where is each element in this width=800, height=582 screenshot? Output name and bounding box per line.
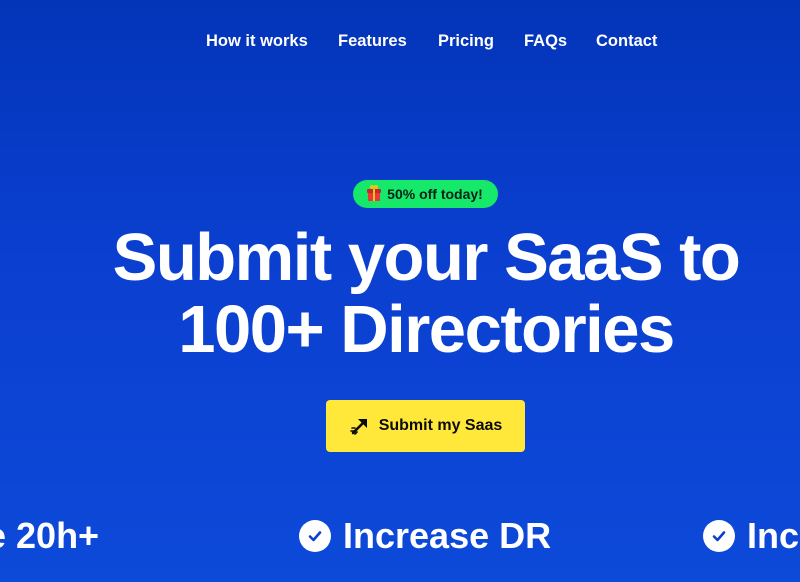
marquee-item: Inc (703, 514, 799, 558)
top-nav: How it works Features Pricing FAQs Conta… (0, 30, 800, 52)
marquee-item-text: e 20h+ (0, 515, 100, 556)
check-icon (703, 520, 735, 552)
hero-title-line-2: 100+ Directories (178, 292, 675, 367)
marquee-item-text: Increase DR (343, 515, 552, 556)
submit-saas-button-label: Submit my Saas (378, 417, 503, 434)
gift-icon (367, 185, 382, 201)
nav-features[interactable]: Features (338, 30, 407, 52)
marquee-item-text: Inc (747, 515, 800, 556)
hero-title-line-1: Submit your SaaS to (112, 220, 741, 295)
nav-faqs[interactable]: FAQs (524, 30, 567, 52)
rocket-arrow-icon (349, 419, 367, 435)
nav-how-it-works[interactable]: How it works (206, 30, 308, 52)
marquee-item: Increase DR (299, 514, 551, 558)
discount-badge-text: 50% off today! (387, 186, 483, 202)
nav-pricing[interactable]: Pricing (438, 30, 494, 52)
nav-contact[interactable]: Contact (596, 30, 657, 52)
benefits-marquee: e 20h+ Increase DR Inc (0, 514, 800, 558)
marquee-item: e 20h+ (0, 514, 99, 558)
submit-saas-button[interactable]: Submit my Saas (326, 400, 525, 452)
hero-title: Submit your SaaS to 100+ Directories (0, 222, 800, 366)
discount-badge: 50% off today! (353, 180, 498, 208)
check-icon (299, 520, 331, 552)
